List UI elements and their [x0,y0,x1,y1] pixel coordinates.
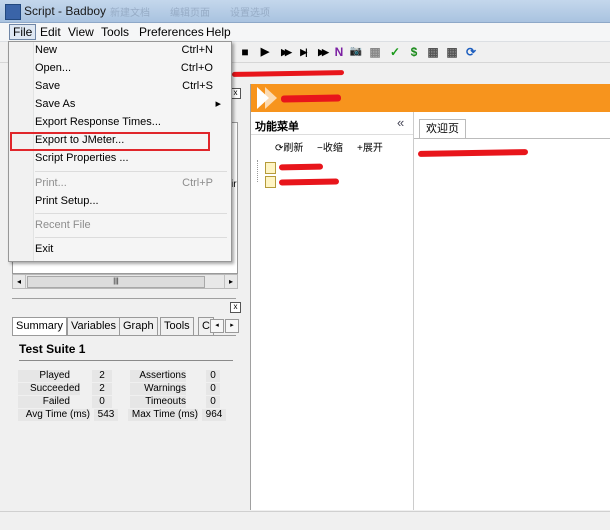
title-bar: Script - Badboy 新建文档 编辑页面 设置选项 [0,0,610,23]
menu-item-script-properties[interactable]: Script Properties ... [35,150,225,167]
menu-item-save-as[interactable]: Save As ▸ [35,96,225,113]
menu-separator [35,171,227,172]
succeeded-value: 2 [92,383,112,395]
camera-icon[interactable]: 📷 [349,44,363,60]
succeeded-label: Succeeded [18,383,80,395]
grid-icon[interactable]: ▦ [368,44,382,60]
browser-pane: 功能菜单 « ⟳刷新 −收缩 +展开 欢迎页 [250,84,610,510]
stop-icon[interactable]: ■ [238,44,252,60]
redacted-tree-item[interactable] [278,178,340,186]
tab-scroll-left-icon[interactable]: ◂ [210,319,224,333]
menu-gutter [9,42,34,261]
content-panel: 欢迎页 [414,112,610,510]
menu-view[interactable]: View [68,25,94,39]
scroll-left-icon[interactable]: ◂ [13,275,26,288]
tab-tools[interactable]: Tools [160,317,194,335]
menu-file[interactable]: File [9,24,37,40]
menu-separator [35,213,227,214]
refresh-button[interactable]: ⟳刷新 [275,139,303,154]
tab-scroll-right-icon[interactable]: ▸ [225,319,239,333]
assertions-label: Assertions [130,370,186,382]
redacted-app-name [280,94,342,103]
submenu-arrow-icon: ▸ [215,98,221,110]
divider [19,360,233,361]
failed-label: Failed [18,396,70,408]
table-icon[interactable]: ▦ [445,44,459,60]
redacted-content [417,149,529,157]
expand-all-button[interactable]: +展开 [357,139,383,154]
menu-separator [35,237,227,238]
horizontal-scrollbar[interactable]: ◂ ||| ▸ [12,274,238,289]
redacted-tree-item[interactable] [278,163,324,171]
blurred-title-text: 设置选项 [230,8,270,19]
divider [414,138,610,139]
menu-item-new[interactable]: New Ctrl+N [35,42,225,59]
status-bar [0,511,610,530]
collapse-panel-icon[interactable]: « [397,115,404,130]
play-all-icon[interactable]: ▶▶ [276,44,294,60]
max-time-label: Max Time (ms) [128,409,198,421]
tab-variables[interactable]: Variables [67,317,121,335]
blurred-title-text: 新建文档 [110,8,150,19]
played-value: 2 [92,370,112,382]
test-suite-heading: Test Suite 1 [19,342,86,356]
timeouts-value: 0 [206,396,220,408]
menu-item-print-setup[interactable]: Print Setup... [35,193,225,210]
menu-item-save[interactable]: Save Ctrl+S [35,78,225,95]
menu-bar: File Edit View Tools Preferences Help [0,23,610,42]
menu-item-export-jmeter[interactable]: Export to JMeter... [35,132,225,149]
app-icon [5,4,21,20]
collapse-all-button[interactable]: −收缩 [317,139,343,154]
menu-help[interactable]: Help [206,25,231,39]
scroll-thumb[interactable]: ||| [27,276,205,288]
menu-item-print[interactable]: Print... Ctrl+P [35,175,225,192]
logo-icon [257,87,277,109]
tab-welcome[interactable]: 欢迎页 [419,119,466,139]
close-summary-icon[interactable]: x [230,302,241,313]
check-icon[interactable]: ✓ [388,44,402,60]
menu-preferences[interactable]: Preferences [139,25,204,39]
menu-item-export-response-times[interactable]: Export Response Times... [35,114,225,131]
play-icon[interactable]: ▶ [258,44,272,60]
scroll-right-icon[interactable]: ▸ [224,275,237,288]
form-icon[interactable]: ▦ [426,44,440,60]
menu-tools[interactable]: Tools [101,25,129,39]
avg-time-label: Avg Time (ms) [18,409,90,421]
fast-forward-icon[interactable]: ▶▶ [313,44,331,60]
step-icon[interactable]: ▶| [295,44,311,60]
assertions-value: 0 [206,370,220,382]
warnings-value: 0 [206,383,220,395]
window-title: Script - Badboy [24,4,107,18]
tab-graph[interactable]: Graph [119,317,158,335]
timeouts-label: Timeouts [130,396,186,408]
warnings-label: Warnings [130,383,186,395]
redacted-address [231,70,345,77]
played-label: Played [18,370,70,382]
menu-edit[interactable]: Edit [40,25,61,39]
summary-tabs: Summary Variables Graph Tools C ◂ ▸ [12,317,240,336]
menu-item-open[interactable]: Open... Ctrl+O [35,60,225,77]
nav-title: 功能菜单 [255,121,299,133]
max-time-value: 964 [202,409,226,421]
splitter[interactable] [12,298,236,299]
failed-value: 0 [92,396,112,408]
divider [251,134,413,135]
document-icon [265,176,276,188]
menu-item-recent-file[interactable]: Recent File [35,217,225,234]
app-header-bar [251,84,610,112]
tree-line [257,160,259,182]
tab-underline [12,335,236,336]
avg-time-value: 543 [94,409,118,421]
blurred-title-text: 编辑页面 [170,8,210,19]
dollar-icon[interactable]: $ [407,44,421,60]
tab-summary[interactable]: Summary [12,317,68,336]
navigation-icon[interactable]: N [332,44,346,60]
refresh-icon[interactable]: ⟳ [464,44,478,60]
nav-panel: 功能菜单 « ⟳刷新 −收缩 +展开 [251,112,414,510]
file-menu-dropdown: New Ctrl+N Open... Ctrl+O Save Ctrl+S Save … [8,41,232,262]
document-icon [265,162,276,174]
menu-item-exit[interactable]: Exit [35,241,225,258]
